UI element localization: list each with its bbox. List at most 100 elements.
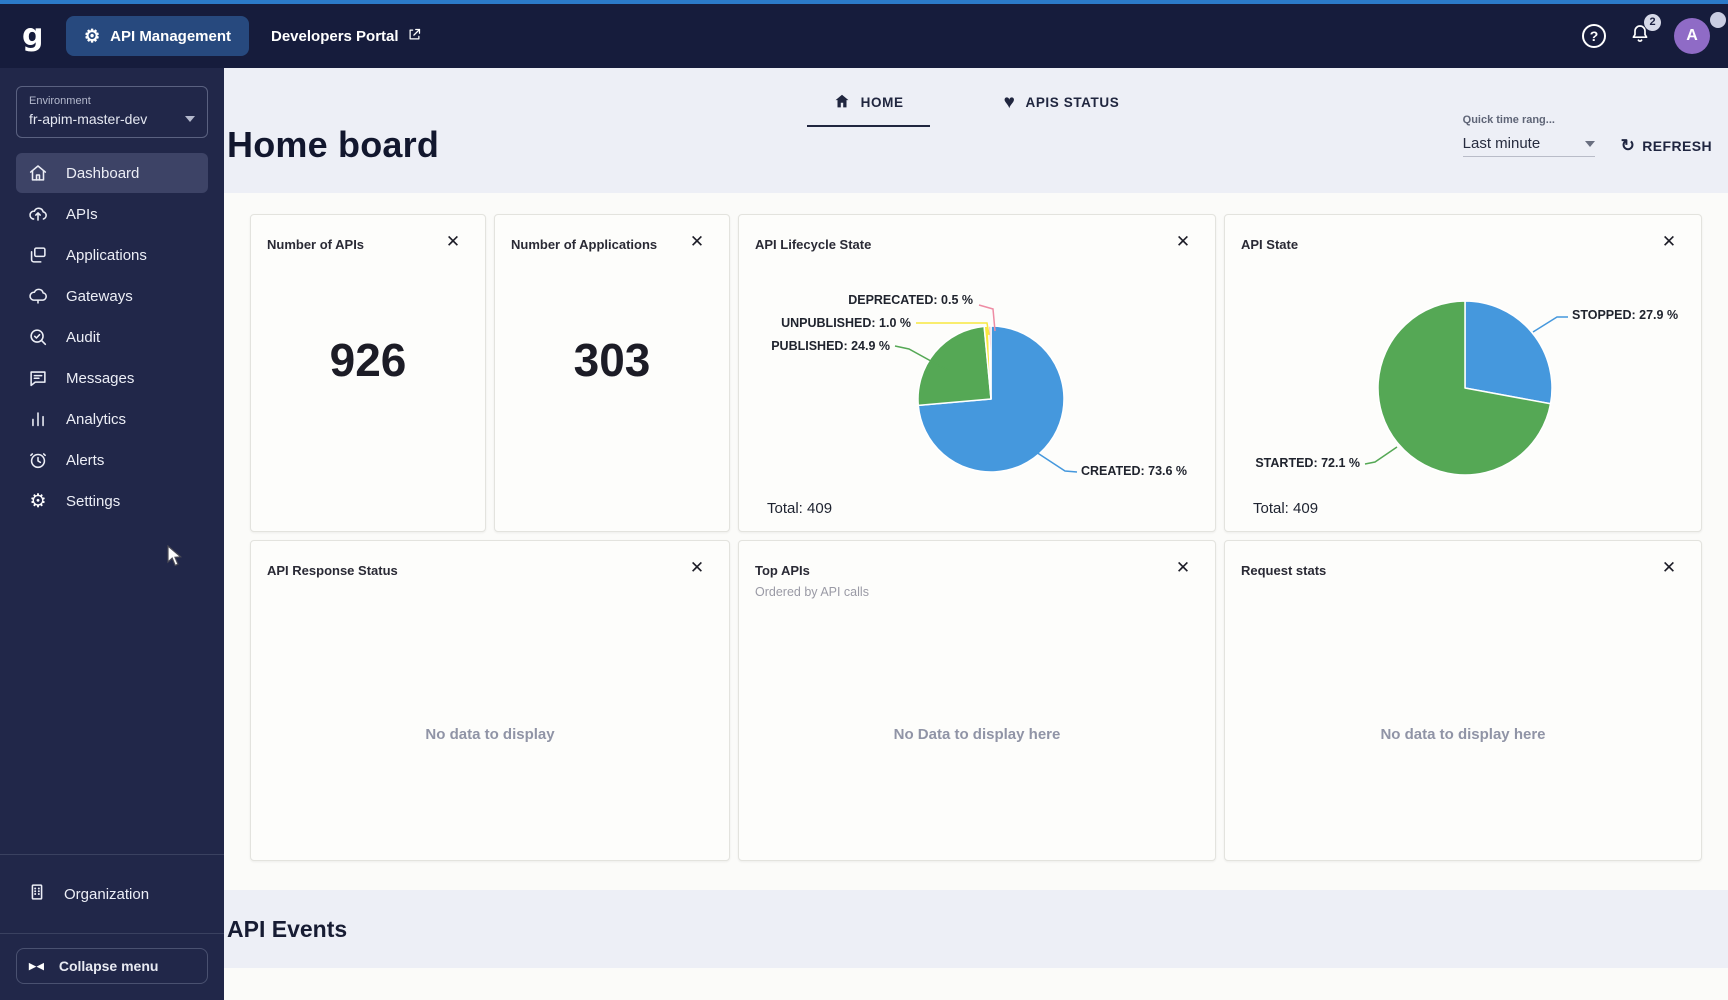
sidebar-item-applications[interactable]: Applications — [16, 235, 208, 275]
api-events-title: API Events — [227, 916, 347, 943]
pie-slice-stopped — [1465, 301, 1552, 404]
divider — [0, 933, 224, 934]
sidebar-item-alerts[interactable]: Alerts — [16, 440, 208, 480]
card-title: API State — [1241, 237, 1298, 252]
environment-label: Environment — [29, 95, 195, 107]
bar-chart-icon — [26, 407, 50, 431]
pie-leader-line — [1365, 447, 1397, 464]
tab-apis-status[interactable]: ♥ APIS STATUS — [978, 86, 1146, 127]
sidebar-item-label: Gateways — [66, 288, 133, 305]
topbar-actions: ? 2 A — [1582, 18, 1710, 54]
empty-state-text: No data to display here — [1225, 726, 1701, 743]
collapse-menu-label: Collapse menu — [59, 958, 159, 974]
sidebar-item-settings[interactable]: ⚙Settings — [16, 481, 208, 521]
close-icon[interactable]: ✕ — [687, 231, 707, 251]
sidebar-item-audit[interactable]: Audit — [16, 317, 208, 357]
home-icon — [833, 92, 851, 113]
gear-icon: ⚙ — [84, 27, 100, 45]
sidebar-item-label: Analytics — [66, 411, 126, 428]
card-api-response-status: API Response Status ✕ No data to display — [250, 540, 730, 861]
sidebar-item-gateways[interactable]: Gateways — [16, 276, 208, 316]
notification-badge: 2 — [1644, 14, 1661, 31]
chevron-down-icon — [1585, 141, 1595, 147]
building-icon — [26, 881, 48, 907]
applications-count: 303 — [495, 333, 729, 387]
close-icon[interactable]: ✕ — [687, 557, 707, 577]
audit-icon — [26, 325, 50, 349]
refresh-button[interactable]: ↻ REFRESH — [1621, 137, 1712, 157]
sidebar-item-label: Applications — [66, 247, 147, 264]
sidebar-item-apis[interactable]: APIs — [16, 194, 208, 234]
developers-portal-link[interactable]: Developers Portal — [271, 27, 422, 46]
close-icon[interactable]: ✕ — [443, 231, 463, 251]
pie-label-created: CREATED: 73.6 % — [1081, 464, 1187, 478]
empty-state-text: No data to display — [251, 726, 729, 743]
card-title: API Lifecycle State — [755, 237, 871, 252]
organization-label: Organization — [64, 886, 149, 903]
close-icon[interactable]: ✕ — [1173, 557, 1193, 577]
gravitee-logo: g — [22, 21, 66, 51]
applications-icon — [26, 243, 50, 267]
card-number-of-applications: Number of Applications ✕ 303 — [494, 214, 730, 532]
pie-label-unpublished: UNPUBLISHED: 1.0 % — [781, 316, 911, 330]
api-management-label: API Management — [110, 28, 231, 45]
api-management-button[interactable]: ⚙ API Management — [66, 16, 249, 56]
close-icon[interactable]: ✕ — [1173, 231, 1193, 251]
sidebar-item-organization[interactable]: Organization — [0, 855, 224, 933]
external-link-icon — [407, 27, 422, 46]
pie-leader-line — [1036, 452, 1077, 472]
refresh-icon: ↻ — [1621, 137, 1636, 154]
pie-label-stopped: STOPPED: 27.9 % — [1572, 308, 1678, 322]
gear-icon: ⚙ — [26, 489, 50, 513]
chevron-down-icon — [185, 116, 195, 122]
time-range-select[interactable]: Last minute — [1463, 135, 1595, 157]
card-api-state: API State ✕ STOPPED: 27.9 % STARTED: 72.1… — [1224, 214, 1702, 532]
api-lifecycle-pie-chart: CREATED: 73.6 % PUBLISHED: 24.9 % UNPUBLIS… — [739, 251, 1216, 496]
quick-time-range-label: Quick time rang... — [1463, 114, 1595, 126]
page-header: HOME ♥ APIS STATUS Home board Quick time… — [224, 68, 1728, 193]
page-title: Home board — [227, 124, 439, 166]
pie-slice-published — [918, 326, 991, 405]
environment-value: fr-apim-master-dev — [29, 111, 147, 127]
avatar[interactable]: A — [1674, 18, 1710, 54]
tab-apis-status-label: APIS STATUS — [1025, 95, 1119, 110]
time-controls: Quick time rang... Last minute ↻ REFRESH — [1463, 114, 1712, 157]
notifications-button[interactable]: 2 — [1628, 22, 1652, 51]
empty-state-text: No Data to display here — [739, 726, 1215, 743]
close-icon[interactable]: ✕ — [1659, 231, 1679, 251]
card-title: Number of APIs — [267, 237, 364, 252]
collapse-menu-button[interactable]: ▶◀ Collapse menu — [16, 948, 208, 984]
pie-label-started: STARTED: 72.1 % — [1255, 456, 1360, 470]
cloud-icon — [26, 284, 50, 308]
close-icon[interactable]: ✕ — [1659, 557, 1679, 577]
sidebar-item-dashboard[interactable]: Dashboard — [16, 153, 208, 193]
collapse-icon: ▶◀ — [29, 961, 45, 972]
topbar: g ⚙ API Management Developers Portal ? 2… — [0, 4, 1728, 68]
message-icon — [26, 366, 50, 390]
tab-home[interactable]: HOME — [807, 86, 930, 127]
environment-select[interactable]: Environment fr-apim-master-dev — [16, 86, 208, 138]
top-accent-strip — [0, 0, 1728, 4]
card-title: Top APIs — [755, 563, 810, 578]
api-state-pie-chart: STOPPED: 27.9 % STARTED: 72.1 % — [1225, 251, 1702, 496]
pie-label-published: PUBLISHED: 24.9 % — [771, 339, 890, 353]
sidebar-item-label: Messages — [66, 370, 134, 387]
help-icon[interactable]: ? — [1582, 24, 1606, 48]
pie-label-deprecated: DEPRECATED: 0.5 % — [848, 293, 973, 307]
sidebar: Environment fr-apim-master-dev Dashboard… — [0, 68, 224, 1000]
card-number-of-apis: Number of APIs ✕ 926 — [250, 214, 486, 532]
sidebar-item-label: Alerts — [66, 452, 104, 469]
main-content: HOME ♥ APIS STATUS Home board Quick time… — [224, 68, 1728, 1000]
apis-count: 926 — [251, 333, 485, 387]
refresh-label: REFRESH — [1642, 138, 1712, 154]
heart-icon: ♥ — [1004, 93, 1016, 112]
avatar-initial: A — [1686, 27, 1698, 45]
sidebar-item-label: APIs — [66, 206, 98, 223]
pie-total: Total: 409 — [1253, 500, 1318, 517]
developers-portal-label: Developers Portal — [271, 28, 399, 45]
api-events-section: API Events — [224, 890, 1728, 968]
sidebar-item-analytics[interactable]: Analytics — [16, 399, 208, 439]
bell-icon — [1628, 33, 1652, 50]
cloud-upload-icon — [26, 202, 50, 226]
sidebar-item-messages[interactable]: Messages — [16, 358, 208, 398]
